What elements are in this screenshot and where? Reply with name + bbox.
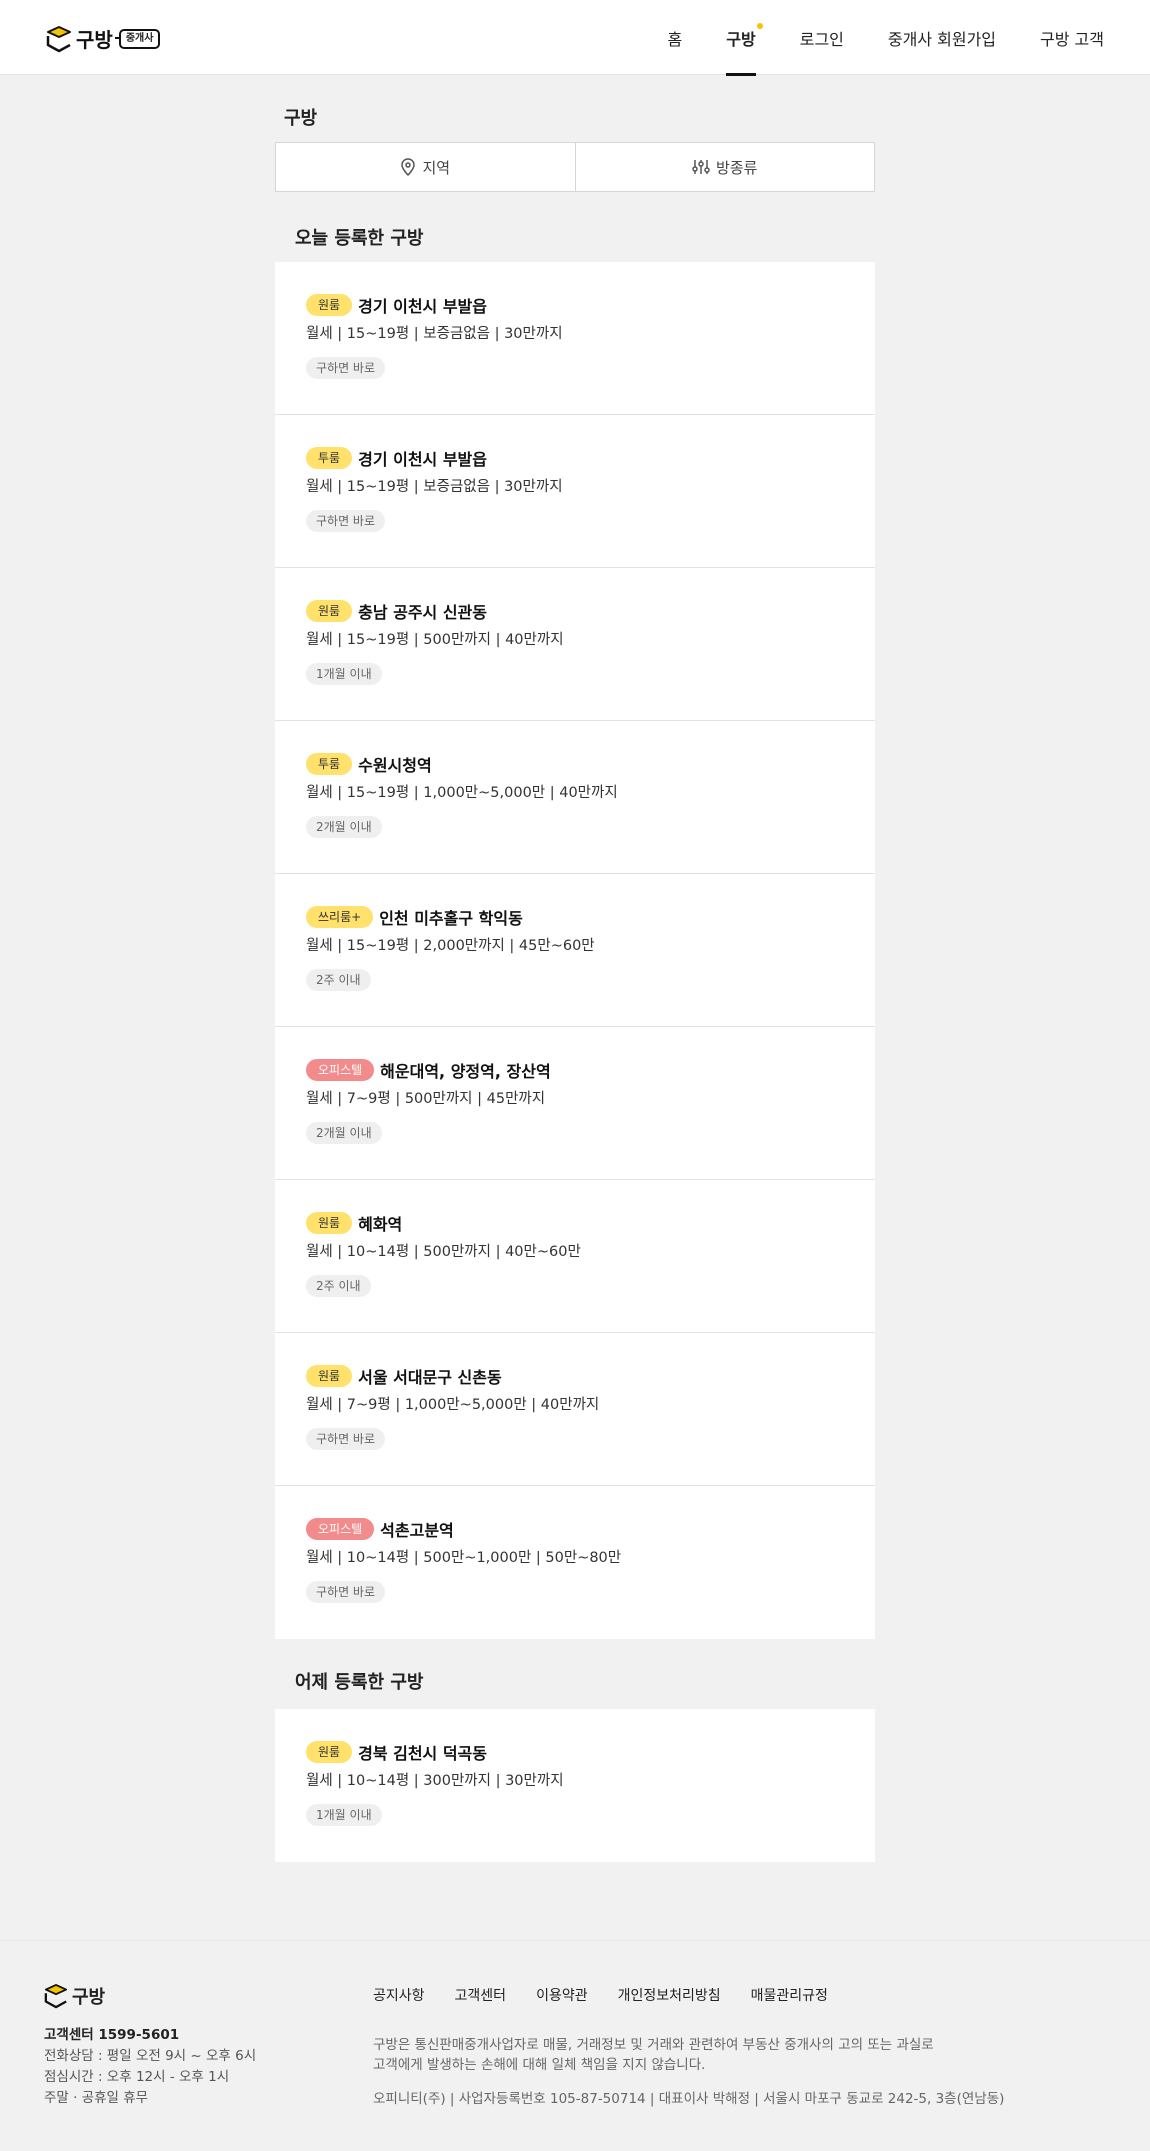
listing-card[interactable]: 투룸 경기 이천시 부발읍 월세 | 15~19평 | 보증금없음 | 30만까지…	[275, 415, 875, 568]
listing-card[interactable]: 원룸 경기 이천시 부발읍 월세 | 15~19평 | 보증금없음 | 30만까지…	[275, 262, 875, 415]
listing-title: 경북 김천시 덕곡동	[358, 1744, 487, 1763]
nav-login[interactable]: 로그인	[800, 0, 844, 75]
listing-detail: 월세 | 7~9평 | 500만까지 | 45만까지	[306, 1091, 546, 1107]
footer-disclaimer: 구방은 통신판매중개사업자로 매물, 거래정보 및 거래와 관련하여 부동산 중…	[373, 2035, 1073, 2075]
room-type-tag: 오피스텔	[306, 1518, 375, 1540]
section-title-yesterday: 어제 등록한 구방	[295, 1672, 424, 1693]
listing-title: 인천 미추홀구 학익동	[379, 909, 523, 928]
listing-title: 서울 서대문구 신촌동	[358, 1368, 502, 1387]
today-listing-list: 원룸 경기 이천시 부발읍 월세 | 15~19평 | 보증금없음 | 30만까지…	[275, 262, 875, 1639]
section-title-today: 오늘 등록한 구방	[295, 228, 424, 249]
listing-detail: 월세 | 15~19평 | 1,000만~5,000만 | 40만까지	[306, 785, 618, 801]
listing-card[interactable]: 투룸 수원시청역 월세 | 15~19평 | 1,000만~5,000만 | 40…	[275, 721, 875, 874]
logo[interactable]: 구방 중개사	[46, 24, 161, 53]
move-in-badge: 2개월 이내	[306, 1122, 382, 1144]
listing-title: 충남 공주시 신관동	[358, 603, 487, 622]
listing-detail: 월세 | 10~14평 | 500만~1,000만 | 50만~80만	[306, 1550, 622, 1566]
room-type-tag: 투룸	[306, 753, 353, 775]
listing-detail: 월세 | 15~19평 | 보증금없음 | 30만까지	[306, 326, 563, 342]
move-in-badge: 2주 이내	[306, 969, 371, 991]
cs-hours: 전화상담 : 평일 오전 9시 ~ 오후 6시	[44, 2048, 257, 2064]
room-type-tag: 원룸	[306, 600, 353, 622]
listing-card[interactable]: 원룸 서울 서대문구 신촌동 월세 | 7~9평 | 1,000만~5,000만 …	[275, 1333, 875, 1486]
region-filter-button[interactable]: 지역	[276, 143, 575, 191]
logo-text: 구방	[76, 28, 113, 52]
listing-card[interactable]: 쓰리룸+ 인천 미추홀구 학익동 월세 | 15~19평 | 2,000만까지 |…	[275, 874, 875, 1027]
listing-detail: 월세 | 15~19평 | 2,000만까지 | 45만~60만	[306, 938, 595, 954]
footer-links: 공지사항 고객센터 이용약관 개인정보처리방침 매물관리규정	[373, 1985, 858, 2005]
nav-home[interactable]: 홈	[668, 0, 683, 75]
nav-gubang[interactable]: 구방	[726, 0, 763, 76]
filter-bar: 지역 방종류	[275, 142, 875, 192]
footer-link-privacy[interactable]: 개인정보처리방침	[618, 1985, 721, 2005]
listing-detail: 월세 | 10~14평 | 300만까지 | 30만까지	[306, 1773, 564, 1789]
region-filter-label: 지역	[422, 158, 451, 177]
room-type-tag: 원룸	[306, 1212, 353, 1234]
room-type-filter-button[interactable]: 방종류	[574, 143, 875, 191]
sliders-icon	[692, 160, 710, 174]
listing-detail: 월세 | 15~19평 | 500만까지 | 40만까지	[306, 632, 564, 648]
listing-detail: 월세 | 10~14평 | 500만까지 | 40만~60만	[306, 1244, 581, 1260]
cs-lunch: 점심시간 : 오후 12시 - 오후 1시	[44, 2069, 230, 2085]
nav-agent-signup[interactable]: 중개사 회원가입	[888, 0, 996, 75]
footer-link-terms[interactable]: 이용약관	[536, 1985, 588, 2005]
room-type-tag: 원룸	[306, 1741, 353, 1763]
cs-phone: 고객센터 1599-5601	[44, 2027, 180, 2043]
nav-agent-signup-label: 중개사 회원가입	[887, 29, 997, 49]
move-in-badge: 1개월 이내	[306, 1804, 382, 1826]
move-in-badge: 2개월 이내	[306, 816, 382, 838]
listing-card[interactable]: 원룸 혜화역 월세 | 10~14평 | 500만까지 | 40만~60만 2주 …	[275, 1180, 875, 1333]
listing-title: 혜화역	[358, 1215, 403, 1234]
move-in-badge: 2주 이내	[306, 1275, 371, 1297]
header: 구방 중개사 홈 구방 로그인 중개사 회원가입 구방 고객	[0, 0, 1150, 76]
move-in-badge: 구하면 바로	[306, 1428, 386, 1450]
footer: 구방 고객센터 1599-5601 전화상담 : 평일 오전 9시 ~ 오후 6…	[0, 1940, 1150, 2151]
listing-title: 경기 이천시 부발읍	[358, 297, 487, 316]
footer-logo[interactable]: 구방	[44, 1983, 105, 2009]
footer-link-cs[interactable]: 고객센터	[455, 1985, 507, 2005]
move-in-badge: 구하면 바로	[306, 357, 386, 379]
footer-link-listing-policy[interactable]: 매물관리규정	[751, 1985, 828, 2005]
new-dot-indicator	[756, 23, 763, 29]
logo-cube-icon	[46, 25, 71, 52]
room-type-tag: 투룸	[306, 447, 353, 469]
move-in-badge: 구하면 바로	[306, 1581, 386, 1603]
footer-link-notice[interactable]: 공지사항	[373, 1985, 425, 2005]
room-type-tag: 원룸	[306, 1365, 353, 1387]
company-info: 오피니티(주) | 사업자등록번호 105-87-50714 | 대표이사 박해…	[373, 2091, 1005, 2107]
cs-holiday: 주말 · 공휴일 휴무	[44, 2090, 149, 2106]
nav-customer[interactable]: 구방 고객	[1040, 0, 1104, 75]
listing-card[interactable]: 오피스텔 해운대역, 양정역, 장산역 월세 | 7~9평 | 500만까지 | …	[275, 1027, 875, 1180]
logo-badge: 중개사	[114, 28, 161, 49]
move-in-badge: 구하면 바로	[306, 510, 386, 532]
listing-title: 석촌고분역	[380, 1521, 454, 1540]
room-type-tag: 쓰리룸+	[306, 906, 374, 928]
customer-center-info: 고객센터 1599-5601 전화상담 : 평일 오전 9시 ~ 오후 6시 점…	[44, 2025, 256, 2109]
disclaimer-line-1: 구방은 통신판매중개사업자로 매물, 거래정보 및 거래와 관련하여 부동산 중…	[373, 2037, 934, 2053]
top-nav: 홈 구방 로그인 중개사 회원가입 구방 고객	[624, 0, 1104, 76]
nav-gubang-label: 구방	[726, 29, 756, 49]
listing-title: 경기 이천시 부발읍	[358, 450, 487, 469]
logo-cube-icon	[44, 1984, 68, 2009]
room-type-tag: 오피스텔	[306, 1059, 375, 1081]
nav-customer-label: 구방 고객	[1040, 29, 1104, 49]
disclaimer-line-2: 고객에게 발생하는 손해에 대해 일체 책임을 지지 않습니다.	[373, 2057, 706, 2073]
listing-card[interactable]: 원룸 충남 공주시 신관동 월세 | 15~19평 | 500만까지 | 40만까…	[275, 568, 875, 721]
room-type-filter-label: 방종류	[716, 158, 758, 177]
move-in-badge: 1개월 이내	[306, 663, 382, 685]
footer-logo-text: 구방	[72, 1987, 106, 2008]
room-type-tag: 원룸	[306, 294, 353, 316]
listing-card[interactable]: 원룸 경북 김천시 덕곡동 월세 | 10~14평 | 300만까지 | 30만까…	[275, 1709, 875, 1862]
listing-card[interactable]: 오피스텔 석촌고분역 월세 | 10~14평 | 500만~1,000만 | 50…	[275, 1486, 875, 1639]
nav-home-label: 홈	[667, 29, 683, 49]
listing-title: 수원시청역	[358, 756, 432, 775]
page-title: 구방	[284, 108, 318, 129]
listing-detail: 월세 | 7~9평 | 1,000만~5,000만 | 40만까지	[306, 1397, 600, 1413]
yesterday-listing-list: 원룸 경북 김천시 덕곡동 월세 | 10~14평 | 300만까지 | 30만까…	[275, 1709, 875, 1862]
listing-detail: 월세 | 15~19평 | 보증금없음 | 30만까지	[306, 479, 563, 495]
nav-login-label: 로그인	[799, 29, 844, 49]
location-pin-icon	[401, 158, 416, 176]
listing-title: 해운대역, 양정역, 장산역	[380, 1062, 551, 1081]
